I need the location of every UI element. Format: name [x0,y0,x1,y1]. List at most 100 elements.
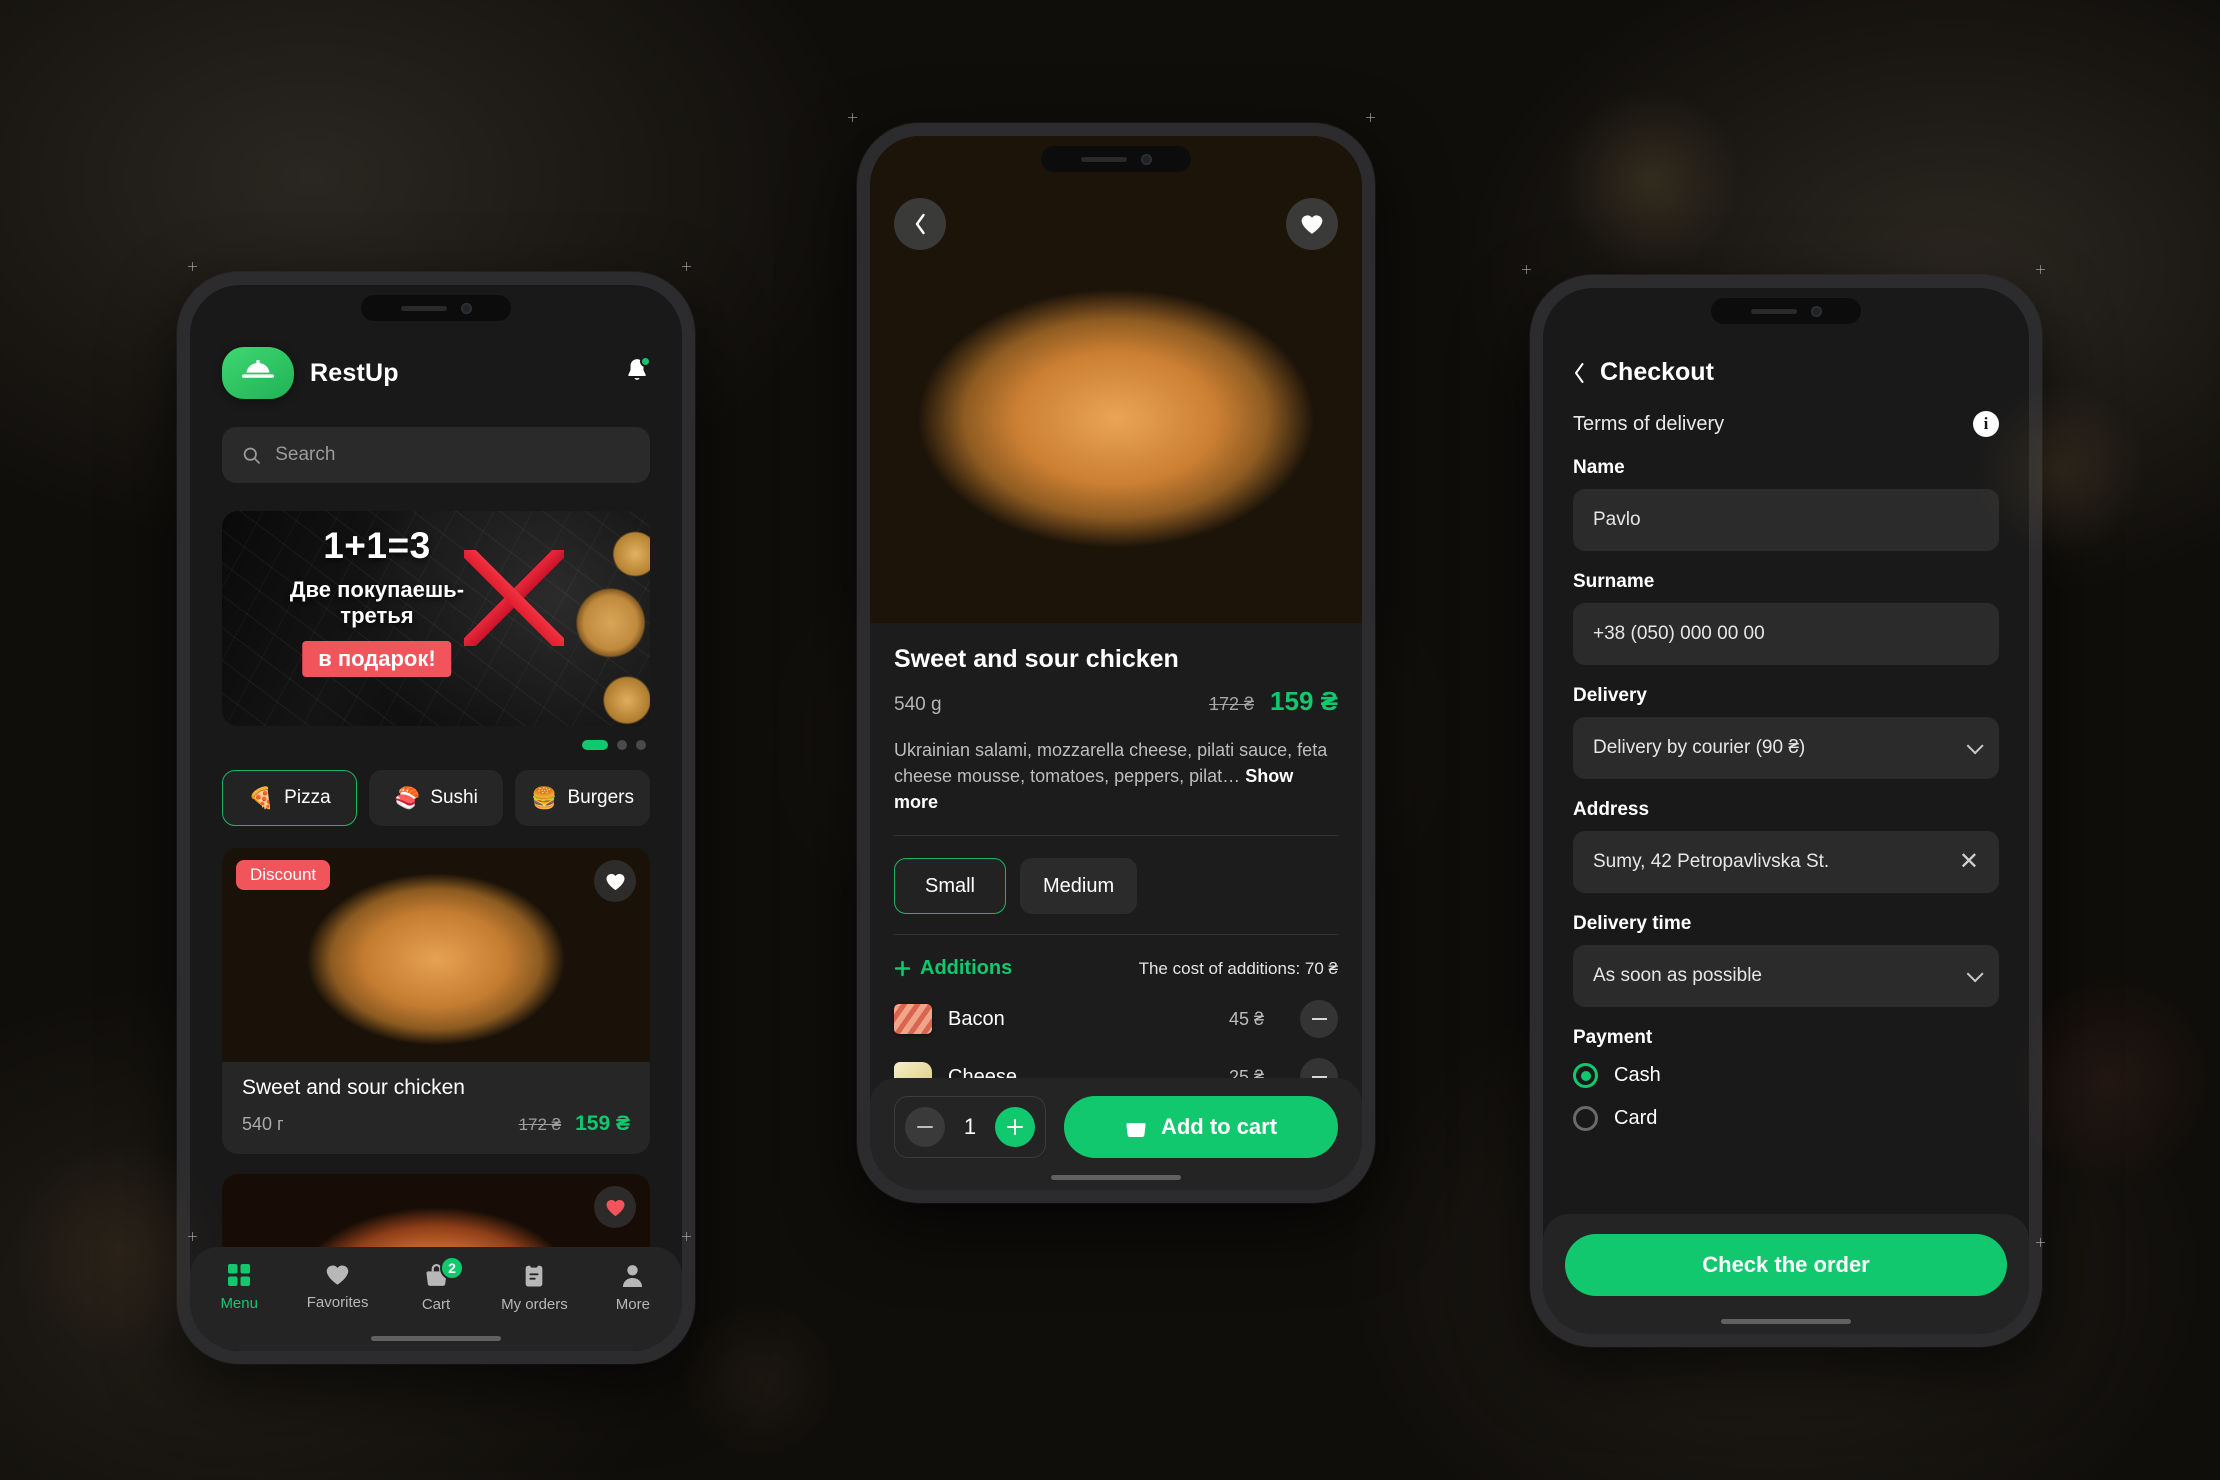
payment-option-card[interactable]: Card [1573,1106,1999,1131]
phone-notch [1041,146,1191,172]
back-button[interactable] [1573,362,1586,384]
field-value: Sumy, 42 Petropavlivska St. [1593,851,1830,872]
crop-mark [682,1232,691,1241]
crop-mark [1522,265,1531,274]
quantity-stepper: 1 [894,1096,1046,1158]
crop-mark [188,1232,197,1241]
delivery-select[interactable]: Delivery by courier (90 ₴) [1573,717,1999,779]
tab-my-orders[interactable]: My orders [485,1263,583,1313]
field-label: Delivery time [1573,913,1692,934]
crop-mark [2036,1238,2045,1247]
search-icon [243,447,260,464]
size-option-small[interactable]: Small [894,858,1006,915]
page-title: Checkout [1600,358,1714,386]
clear-icon[interactable]: ✕ [1959,850,1979,874]
tab-cart[interactable]: 2 Cart [387,1256,485,1313]
additions-title: Additions [920,957,1013,980]
favorite-button[interactable] [594,1186,636,1228]
app-logo-icon [222,347,294,399]
category-tabs: 🍕 Pizza 🍣 Sushi 🍔 Burgers [190,750,682,826]
back-button[interactable] [894,198,946,250]
tab-label: More [615,1296,650,1313]
category-label: Sushi [430,787,478,808]
discount-badge: Discount [236,860,331,890]
crop-mark [188,262,197,271]
additions-cost: The cost of additions: 70 ₴ [1138,958,1338,978]
product-card[interactable]: Discount Sweet and sour chicken 540 г 17… [222,848,650,1154]
product-weight: 540 г [242,1114,284,1134]
grid-icon [228,1264,251,1286]
tab-menu[interactable]: Menu [190,1263,288,1312]
banner-subtitle: Две покупаешь- третья [289,577,465,628]
field-label: Surname [1573,571,1655,592]
cart-count-badge: 2 [440,1256,465,1280]
search-input[interactable] [275,444,630,466]
phone-menu-screen: RestUp Search 1+1=3 Две покупаешь- треть… [177,272,695,1364]
field-value: Delivery by courier (90 ₴) [1593,737,1806,758]
tab-favorites[interactable]: Favorites [288,1263,386,1311]
category-label: Pizza [284,787,331,808]
add-to-cart-label: Add to cart [1160,1114,1278,1139]
chevron-down-icon [1966,965,1984,983]
divider [894,934,1338,936]
crop-mark [682,262,691,271]
payment-option-cash[interactable]: Cash [1573,1063,1999,1088]
decrease-quantity-button[interactable] [905,1107,945,1147]
pizza-icon: 🍕 [248,786,275,810]
product-image: Discount [222,848,650,1062]
home-indicator [1051,1175,1181,1180]
clipboard-icon [526,1263,543,1287]
address-field[interactable]: Sumy, 42 Petropavlivska St. ✕ [1573,831,1999,893]
product-name: Sweet and sour chicken [242,1076,465,1099]
field-label: Address [1573,799,1650,820]
name-field[interactable]: Pavlo [1573,489,1999,551]
bag-icon [1126,1115,1146,1137]
info-icon[interactable]: i [1973,411,1999,437]
category-tab-burgers[interactable]: 🍔 Burgers [515,770,651,826]
heart-icon [1301,215,1323,234]
product-title: Sweet and sour chicken [894,645,1179,673]
heart-icon [605,1199,625,1216]
checkout-bottom-bar: Check the order [1543,1214,2029,1334]
field-label: Name [1573,457,1625,478]
payment-option-label: Cash [1614,1064,1661,1086]
burger-icon: 🍔 [531,786,558,810]
crop-mark [2036,265,2045,274]
category-tab-sushi[interactable]: 🍣 Sushi [368,770,504,826]
favorite-button[interactable] [1286,198,1338,250]
banner-badge: в подарок! [302,640,452,677]
tab-more[interactable]: More [584,1263,682,1313]
product-price: 159 ₴ [575,1112,630,1135]
surname-field[interactable]: +38 (050) 000 00 00 [1573,603,1999,665]
size-option-medium[interactable]: Medium [1020,858,1138,915]
bacon-icon [894,1004,932,1035]
addition-price: 45 ₴ [1228,1008,1264,1029]
radio-selected-icon [1573,1063,1598,1088]
search-bar[interactable] [222,427,650,483]
category-tab-pizza[interactable]: 🍕 Pizza [222,770,357,826]
product-old-price: 172 ₴ [1209,694,1255,714]
chevron-left-icon [915,213,925,235]
quantity-value: 1 [963,1114,977,1139]
delivery-time-select[interactable]: As soon as possible [1573,945,1999,1007]
field-label: Delivery [1573,685,1647,706]
field-surname: Surname +38 (050) 000 00 00 [1543,571,2029,665]
banner-pagination[interactable] [190,726,682,750]
crop-mark [1366,113,1375,122]
increase-quantity-button[interactable] [995,1107,1035,1147]
product-hero-image [870,136,1362,623]
promo-banner[interactable]: 1+1=3 Две покупаешь- третья в подарок! [222,511,650,726]
bell-icon[interactable] [624,355,651,390]
field-value: As soon as possible [1593,965,1762,986]
tab-label: My orders [501,1296,568,1313]
favorite-button[interactable] [594,860,636,902]
sushi-icon: 🍣 [394,786,421,810]
remove-addition-button[interactable] [1300,1000,1338,1039]
check-the-order-button[interactable]: Check the order [1565,1234,2007,1296]
additions-toggle[interactable]: Additions [894,957,1012,980]
product-price: 159 ₴ [1270,686,1338,716]
add-to-cart-button[interactable]: Add to cart [1064,1096,1338,1158]
payment-section: Payment Cash Card [1543,1027,2029,1149]
tab-label: Menu [220,1295,258,1312]
field-name: Name Pavlo [1543,457,2029,551]
